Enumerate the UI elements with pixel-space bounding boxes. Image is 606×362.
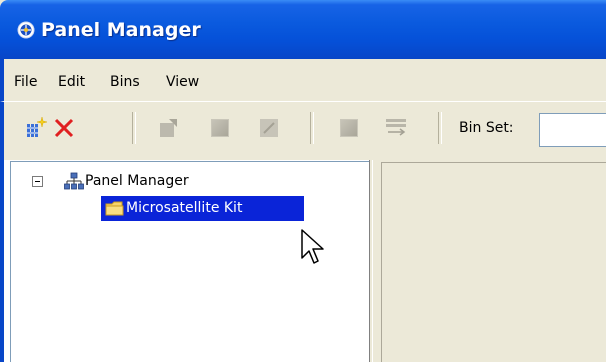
- toolbar: Bin Set:: [0, 101, 606, 160]
- bins-icon: [386, 119, 406, 136]
- menu-bar: File Edit Bins View: [0, 59, 606, 101]
- tree-item-microsatellite-kit[interactable]: Microsatellite Kit: [101, 196, 304, 221]
- disabled-tool-button-2[interactable]: [337, 116, 361, 140]
- import-icon: [160, 119, 177, 137]
- menu-view[interactable]: View: [166, 74, 199, 90]
- folder-icon: [105, 201, 124, 216]
- details-area: [381, 162, 606, 362]
- window-title: Panel Manager: [41, 19, 201, 41]
- tree-root-label[interactable]: Panel Manager: [85, 173, 189, 189]
- bin-set-field[interactable]: [539, 113, 606, 147]
- new-panel-button[interactable]: [24, 116, 48, 140]
- disabled-tool-icon: [211, 119, 229, 137]
- collapse-toggle[interactable]: [32, 176, 43, 187]
- toolbar-separator: [132, 112, 136, 144]
- disabled-tool-icon: [340, 119, 358, 137]
- toolbar-separator: [310, 112, 314, 144]
- menu-bins[interactable]: Bins: [110, 74, 140, 90]
- bins-tool-button[interactable]: [384, 116, 408, 140]
- delete-button[interactable]: [52, 116, 76, 140]
- title-bar[interactable]: Panel Manager: [0, 0, 606, 59]
- edit-panel-button[interactable]: [257, 116, 281, 140]
- app-logo-icon: [17, 21, 35, 39]
- tree-item-label: Microsatellite Kit: [126, 200, 243, 216]
- menu-file[interactable]: File: [14, 74, 37, 90]
- network-tree-icon: [64, 172, 84, 190]
- disabled-tool-button-1[interactable]: [208, 116, 232, 140]
- edit-icon: [260, 119, 278, 137]
- mouse-cursor-icon: [301, 229, 324, 264]
- new-panel-icon: [27, 116, 48, 137]
- delete-x-icon: [54, 118, 74, 138]
- details-panel: [372, 160, 606, 362]
- bin-set-label: Bin Set:: [459, 120, 514, 136]
- toolbar-separator: [438, 112, 442, 144]
- import-panel-button[interactable]: [157, 116, 181, 140]
- menu-edit[interactable]: Edit: [58, 74, 85, 90]
